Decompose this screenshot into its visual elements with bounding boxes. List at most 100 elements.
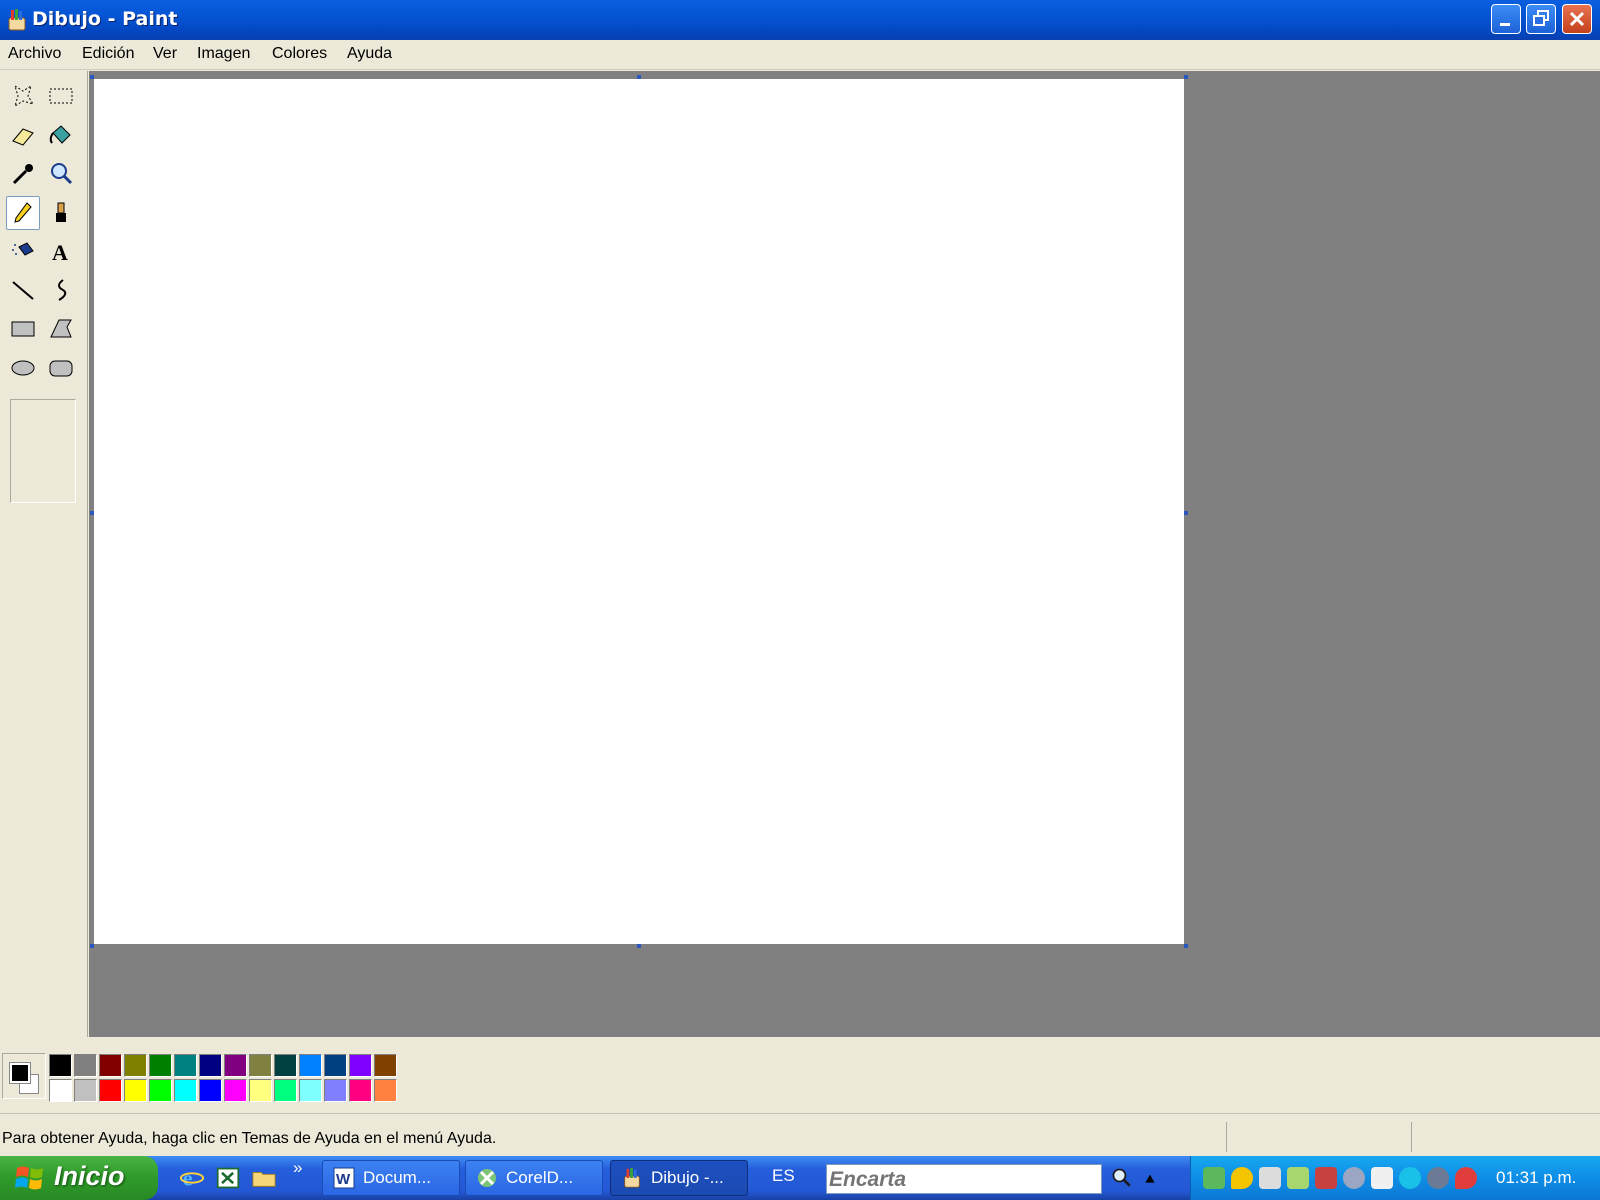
tray-audio-icon[interactable]: [1343, 1167, 1365, 1189]
palette-swatch[interactable]: [224, 1054, 247, 1077]
ellipse-tool[interactable]: [6, 351, 40, 385]
word-icon: W: [333, 1167, 355, 1189]
palette-swatch[interactable]: [249, 1054, 272, 1077]
eraser-tool[interactable]: [6, 118, 40, 152]
start-button[interactable]: Inicio: [0, 1156, 158, 1200]
tray-clipboard-icon[interactable]: [1371, 1167, 1393, 1189]
brush-tool[interactable]: [44, 196, 78, 230]
svg-text:W: W: [336, 1171, 351, 1188]
tray-messenger-icon[interactable]: [1427, 1167, 1449, 1189]
tray-network-disconnected-icon[interactable]: [1315, 1167, 1337, 1189]
canvas-resize-handle-right[interactable]: [1184, 511, 1188, 515]
menu-colores[interactable]: Colores: [272, 45, 327, 63]
toolbar-arrow-icon[interactable]: [1136, 1164, 1164, 1192]
windows-logo-icon: [15, 1166, 43, 1190]
taskbar-button-coreldraw[interactable]: CorelD...: [465, 1160, 603, 1196]
palette-swatch[interactable]: [49, 1079, 72, 1102]
canvas-resize-handle-bottom[interactable]: [637, 944, 641, 948]
palette-swatch[interactable]: [324, 1054, 347, 1077]
canvas-resize-handle-left: [90, 511, 94, 515]
restore-icon: [1533, 10, 1549, 26]
menu-bar: Archivo Edición Ver Imagen Colores Ayuda: [0, 40, 1600, 70]
rect-select-icon: [49, 88, 73, 104]
restore-button[interactable]: [1526, 4, 1556, 34]
curve-tool[interactable]: [44, 273, 78, 307]
free-select-tool[interactable]: [6, 79, 40, 113]
menu-archivo[interactable]: Archivo: [8, 45, 61, 63]
palette-swatch[interactable]: [249, 1079, 272, 1102]
internet-explorer-icon[interactable]: e: [178, 1164, 206, 1192]
tray-printer-icon[interactable]: [1287, 1167, 1309, 1189]
tray-update-icon[interactable]: [1203, 1167, 1225, 1189]
polygon-tool[interactable]: [44, 312, 78, 346]
text-tool[interactable]: A: [44, 234, 78, 268]
minimize-button[interactable]: [1491, 4, 1521, 34]
palette-swatch[interactable]: [174, 1079, 197, 1102]
close-icon: [1569, 11, 1585, 27]
palette-swatch[interactable]: [299, 1054, 322, 1077]
palette-swatch[interactable]: [199, 1054, 222, 1077]
line-icon: [12, 281, 34, 300]
tool-options-panel[interactable]: [10, 399, 76, 503]
palette-swatch[interactable]: [99, 1054, 122, 1077]
canvas-resize-handle-br[interactable]: [1184, 944, 1188, 948]
menu-imagen[interactable]: Imagen: [197, 45, 250, 63]
palette-swatch[interactable]: [49, 1054, 72, 1077]
polygon-icon: [50, 319, 72, 338]
language-indicator[interactable]: ES: [772, 1166, 795, 1186]
taskbar: Inicio e » W Docum... CorelD... Dibujo -…: [0, 1156, 1600, 1200]
palette-swatch[interactable]: [199, 1079, 222, 1102]
encarta-search-box[interactable]: [826, 1164, 1102, 1194]
palette-swatch[interactable]: [349, 1079, 372, 1102]
tray-antivirus-icon[interactable]: [1455, 1167, 1477, 1189]
rounded-rect-tool[interactable]: [44, 351, 78, 385]
pencil-tool[interactable]: [6, 196, 40, 230]
fill-tool[interactable]: [44, 118, 78, 152]
palette-swatch[interactable]: [124, 1054, 147, 1077]
pencil-icon: [14, 202, 32, 223]
system-clock[interactable]: 01:31 p.m.: [1496, 1168, 1576, 1188]
palette-swatch[interactable]: [74, 1054, 97, 1077]
drawing-canvas[interactable]: [94, 79, 1184, 944]
rect-select-tool[interactable]: [44, 79, 78, 113]
status-pane-coords: [1226, 1122, 1411, 1152]
palette-swatch[interactable]: [74, 1079, 97, 1102]
taskbar-button-label: Dibujo -...: [651, 1168, 724, 1187]
color-picker-tool[interactable]: [6, 157, 40, 191]
excel-icon[interactable]: [214, 1164, 242, 1192]
palette-swatch[interactable]: [374, 1079, 397, 1102]
menu-ayuda[interactable]: Ayuda: [347, 45, 392, 63]
tray-network-icon[interactable]: [1259, 1167, 1281, 1189]
palette-swatch[interactable]: [274, 1079, 297, 1102]
airbrush-tool[interactable]: [6, 234, 40, 268]
palette-swatch[interactable]: [149, 1054, 172, 1077]
menu-edicion[interactable]: Edición: [82, 45, 134, 63]
paint-app-icon[interactable]: [6, 8, 28, 32]
rectangle-tool[interactable]: [6, 312, 40, 346]
palette-swatch[interactable]: [124, 1079, 147, 1102]
ellipse-icon: [11, 360, 35, 376]
explorer-icon[interactable]: [250, 1164, 278, 1192]
taskbar-button-paint[interactable]: Dibujo -...: [610, 1160, 748, 1196]
palette-swatch[interactable]: [99, 1079, 122, 1102]
tray-search-icon[interactable]: [1399, 1167, 1421, 1189]
palette-swatch[interactable]: [174, 1054, 197, 1077]
palette-swatch[interactable]: [274, 1054, 297, 1077]
status-pane-size: [1411, 1122, 1600, 1152]
title-bar[interactable]: Dibujo - Paint: [0, 0, 1600, 40]
palette-swatch[interactable]: [349, 1054, 372, 1077]
menu-ver[interactable]: Ver: [153, 45, 177, 63]
encarta-search-icon[interactable]: [1108, 1164, 1136, 1192]
palette-swatch[interactable]: [299, 1079, 322, 1102]
palette-swatch[interactable]: [374, 1054, 397, 1077]
palette-swatch[interactable]: [324, 1079, 347, 1102]
palette-swatch[interactable]: [149, 1079, 172, 1102]
taskbar-button-word[interactable]: W Docum...: [322, 1160, 460, 1196]
palette-swatch[interactable]: [224, 1079, 247, 1102]
close-button[interactable]: [1562, 4, 1592, 34]
tray-security-shield-icon[interactable]: [1231, 1167, 1253, 1189]
encarta-search-input[interactable]: [829, 1167, 1099, 1193]
line-tool[interactable]: [6, 273, 40, 307]
magnifier-tool[interactable]: [44, 157, 78, 191]
quicklaunch-more-button[interactable]: »: [293, 1158, 302, 1178]
